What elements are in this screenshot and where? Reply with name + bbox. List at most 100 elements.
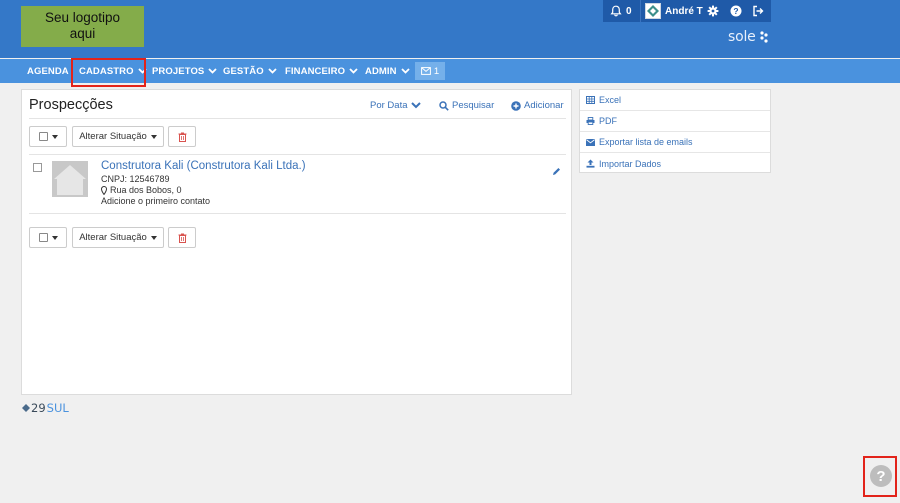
caret-down-icon (51, 134, 58, 139)
brand-logo: sole (728, 29, 768, 45)
plus-circle-icon (511, 100, 521, 111)
house-icon (54, 165, 86, 195)
chevron-down-icon (268, 68, 277, 74)
logo-text-line1: Seu logotipo (44, 10, 121, 25)
nav-projetos[interactable]: PROJETOS (152, 59, 218, 83)
select-all-checkbox[interactable] (38, 233, 48, 242)
floating-help-button[interactable]: ? (870, 465, 892, 487)
search-label: Pesquisar (452, 100, 495, 111)
prospects-panel: Prospecções Por Data Pesquisar Adicionar… (21, 89, 572, 395)
map-marker-icon (101, 185, 107, 195)
top-header: Seu logotipo aqui 0 André T ? sole (0, 0, 900, 58)
nav-gestao-label: GESTÃO (223, 65, 264, 77)
bell-icon (610, 5, 622, 17)
caret-down-icon (51, 235, 58, 240)
footer-brand-word: SUL (46, 401, 69, 415)
chevron-down-icon (401, 68, 410, 74)
add-label: Adicionar (524, 100, 564, 111)
sort-label: Por Data (370, 100, 408, 111)
search-icon (439, 100, 449, 111)
brand-text: sole (728, 29, 756, 45)
export-excel-link[interactable]: Excel (580, 90, 770, 111)
change-status-label: Alterar Situação (79, 232, 147, 243)
trash-icon (178, 233, 186, 243)
add-contact-hint: Adicione o primeiro contato (101, 196, 211, 206)
export-emails-link[interactable]: Exportar lista de emails (580, 132, 770, 153)
logo-text-line2: aqui (69, 26, 96, 41)
footer-brand[interactable]: 29 SUL (22, 401, 69, 415)
add-button[interactable]: Adicionar (511, 100, 564, 111)
user-name: André T (665, 5, 703, 17)
edit-record-button[interactable] (552, 163, 561, 181)
company-link[interactable]: Construtora Kali (Construtora Kali Ltda.… (101, 160, 306, 172)
nav-agenda[interactable]: AGENDA (27, 59, 69, 83)
question-icon: ? (876, 467, 886, 485)
upload-icon (586, 159, 595, 168)
select-all-dropdown[interactable] (29, 126, 67, 147)
sort-by-date-button[interactable]: Por Data (370, 100, 421, 111)
delete-button-bottom[interactable] (168, 227, 196, 248)
envelope-icon (420, 67, 431, 75)
select-all-dropdown-bottom[interactable] (29, 227, 67, 248)
import-data-label: Importar Dados (599, 158, 662, 169)
table-icon (586, 96, 595, 104)
export-emails-label: Exportar lista de emails (599, 137, 693, 147)
chevron-down-icon (410, 102, 421, 109)
avatar (645, 3, 661, 19)
help-button[interactable]: ? (730, 0, 742, 22)
company-cnpj: CNPJ: 12546789 (101, 174, 170, 184)
change-status-dropdown-bottom[interactable]: Alterar Situação (72, 227, 164, 248)
messages-count: 1 (433, 65, 440, 77)
export-pdf-link[interactable]: PDF (580, 111, 770, 132)
export-pdf-label: PDF (599, 116, 617, 126)
tray-divider (640, 0, 641, 22)
nav-gestao[interactable]: GESTÃO (223, 59, 277, 83)
address-text: Rua dos Bobos, 0 (110, 185, 182, 195)
change-status-label: Alterar Situação (79, 131, 147, 142)
divider (29, 213, 566, 214)
brand-dots-icon (760, 31, 768, 43)
gear-icon (707, 5, 719, 17)
divider (29, 118, 566, 119)
nav-admin-label: ADMIN (365, 65, 397, 77)
caret-down-icon (150, 134, 157, 139)
chevron-down-icon (349, 68, 358, 74)
envelope-icon (586, 138, 595, 146)
page-title: Prospecções (29, 97, 113, 113)
question-circle-icon: ? (730, 5, 742, 17)
svg-text:?: ? (733, 6, 738, 16)
logout-button[interactable] (752, 0, 764, 22)
diamond-logo-icon (22, 404, 30, 412)
notifications-count: 0 (626, 5, 632, 17)
select-all-checkbox[interactable] (38, 132, 48, 141)
company-address: Rua dos Bobos, 0 (101, 185, 182, 195)
cadastro-highlight-box (71, 58, 146, 87)
messages-button[interactable]: 1 (415, 62, 445, 80)
trash-icon (178, 132, 186, 142)
nav-admin[interactable]: ADMIN (365, 59, 410, 83)
sign-out-icon (753, 5, 764, 17)
change-status-dropdown[interactable]: Alterar Situação (72, 126, 164, 147)
company-thumbnail (52, 161, 88, 197)
user-tray: 0 André T ? (603, 0, 771, 22)
chevron-down-icon (208, 68, 218, 74)
export-panel: Excel PDF Exportar lista de emails Impor… (579, 89, 771, 173)
import-data-link[interactable]: Importar Dados (580, 153, 770, 174)
delete-button[interactable] (168, 126, 196, 147)
company-logo[interactable]: Seu logotipo aqui (21, 6, 144, 47)
settings-button[interactable] (707, 0, 719, 22)
nav-financeiro[interactable]: FINANCEIRO (285, 59, 358, 83)
export-excel-label: Excel (599, 95, 622, 105)
footer-brand-number: 29 (31, 401, 46, 415)
search-button[interactable]: Pesquisar (439, 100, 494, 111)
nav-projetos-label: PROJETOS (152, 65, 205, 77)
user-menu[interactable]: André T (645, 0, 703, 22)
nav-financeiro-label: FINANCEIRO (285, 65, 346, 77)
record-checkbox[interactable] (33, 163, 42, 172)
caret-down-icon (150, 235, 157, 240)
notifications-button[interactable]: 0 (610, 0, 632, 22)
divider (29, 154, 566, 155)
print-icon (586, 117, 595, 125)
nav-agenda-label: AGENDA (27, 65, 69, 77)
pencil-icon (553, 168, 560, 175)
